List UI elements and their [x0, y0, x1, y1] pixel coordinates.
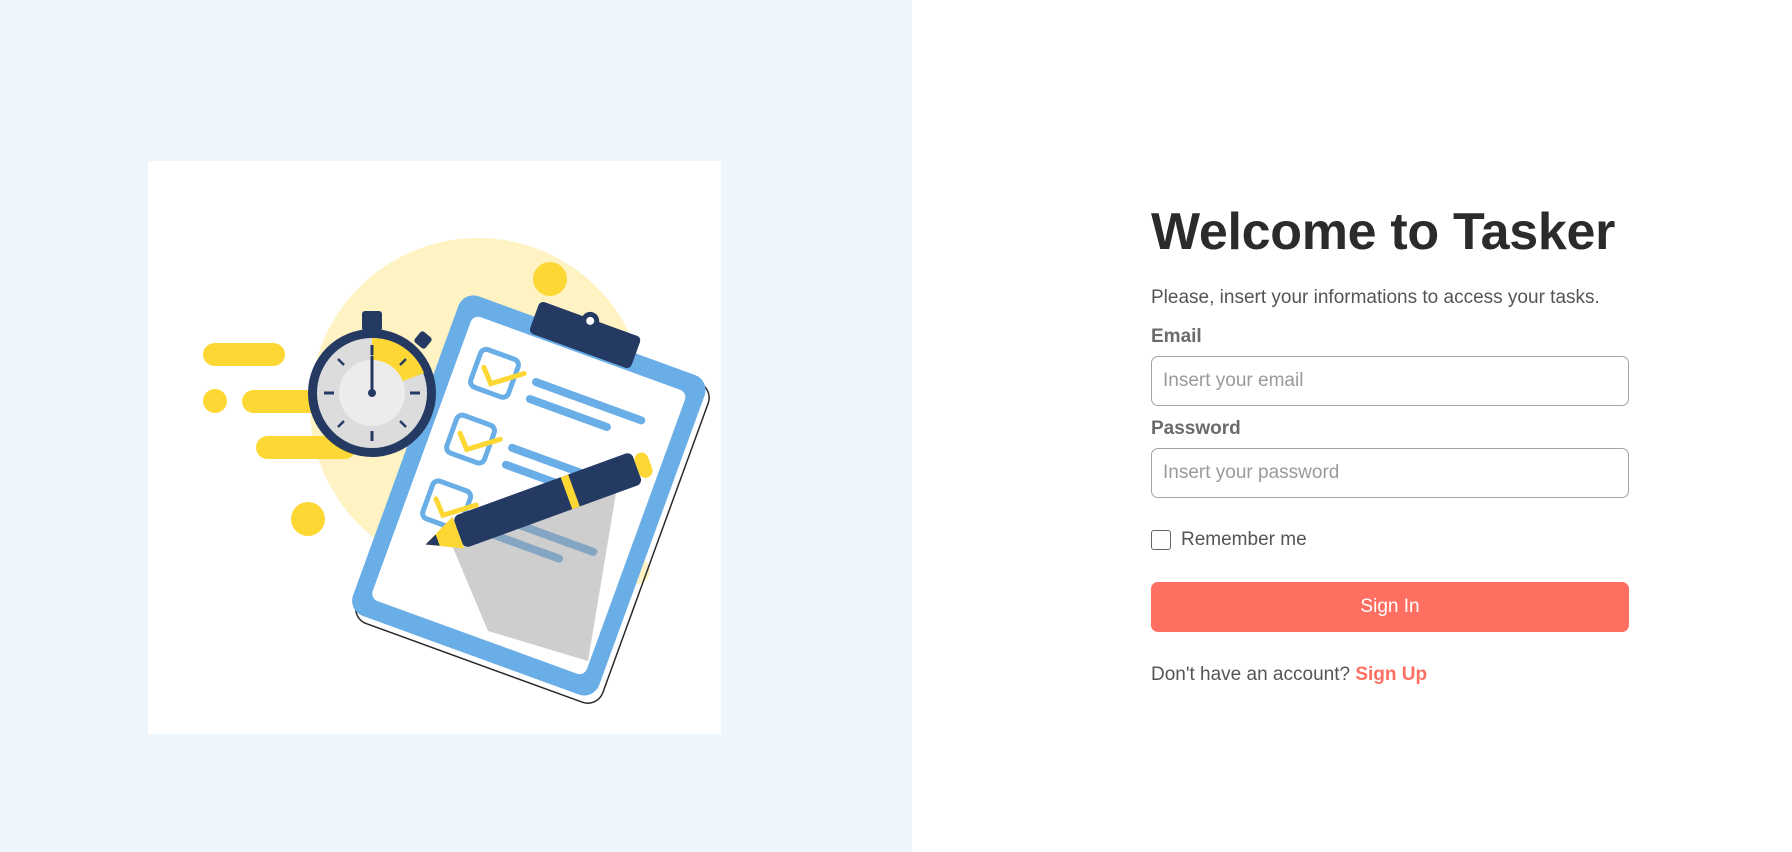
sign-in-button[interactable]: Sign In: [1151, 582, 1629, 632]
decor-dot: [203, 389, 227, 413]
decor-dot: [291, 502, 325, 536]
page-subtitle: Please, insert your informations to acce…: [1151, 287, 1600, 308]
signup-prompt-text: Don't have an account?: [1151, 664, 1351, 685]
password-label: Password: [1151, 418, 1241, 439]
login-form: Welcome to Tasker Please, insert your in…: [1151, 196, 1629, 686]
email-label: Email: [1151, 326, 1202, 347]
password-field[interactable]: [1151, 448, 1629, 498]
clipboard-checklist-illustration: [203, 238, 710, 704]
decor-dot: [533, 262, 567, 296]
login-panel: Welcome to Tasker Please, insert your in…: [912, 0, 1792, 852]
speed-line: [203, 343, 285, 366]
email-field[interactable]: [1151, 356, 1629, 406]
signup-prompt-row: Don't have an account? Sign Up: [1151, 664, 1629, 686]
page-title: Welcome to Tasker: [1151, 203, 1616, 261]
illustration-card: [148, 161, 721, 734]
illustration-panel: [0, 0, 912, 852]
remember-me-label: Remember me: [1181, 529, 1307, 550]
sign-up-link[interactable]: Sign Up: [1355, 664, 1427, 685]
remember-me-row: Remember me: [1151, 528, 1629, 552]
remember-me-checkbox[interactable]: [1151, 530, 1171, 550]
